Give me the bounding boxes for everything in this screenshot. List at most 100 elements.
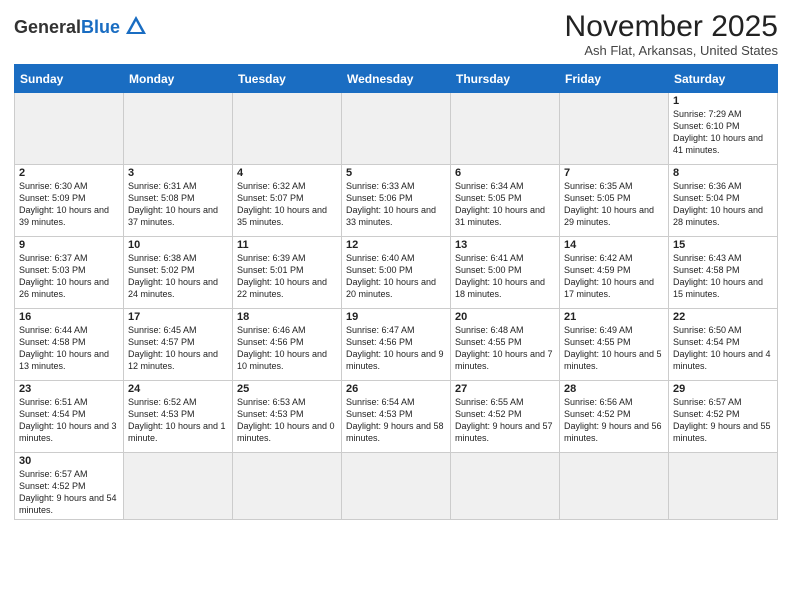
header-sunday: Sunday — [15, 65, 124, 93]
day-number: 11 — [237, 239, 337, 251]
table-row: 7Sunrise: 6:35 AM Sunset: 5:05 PM Daylig… — [560, 165, 669, 237]
table-row: 12Sunrise: 6:40 AM Sunset: 5:00 PM Dayli… — [342, 237, 451, 309]
day-info: Sunrise: 6:51 AM Sunset: 4:54 PM Dayligh… — [19, 396, 119, 445]
table-row — [560, 453, 669, 520]
table-row — [342, 93, 451, 165]
table-row: 20Sunrise: 6:48 AM Sunset: 4:55 PM Dayli… — [451, 309, 560, 381]
table-row: 26Sunrise: 6:54 AM Sunset: 4:53 PM Dayli… — [342, 381, 451, 453]
table-row — [669, 453, 778, 520]
table-row: 28Sunrise: 6:56 AM Sunset: 4:52 PM Dayli… — [560, 381, 669, 453]
header-tuesday: Tuesday — [233, 65, 342, 93]
table-row — [124, 93, 233, 165]
table-row — [233, 453, 342, 520]
day-info: Sunrise: 6:50 AM Sunset: 4:54 PM Dayligh… — [673, 324, 773, 373]
logo-text: GeneralBlue — [14, 18, 120, 36]
table-row — [15, 93, 124, 165]
calendar-week-row: 9Sunrise: 6:37 AM Sunset: 5:03 PM Daylig… — [15, 237, 778, 309]
day-number: 2 — [19, 167, 119, 179]
day-info: Sunrise: 6:57 AM Sunset: 4:52 PM Dayligh… — [673, 396, 773, 445]
table-row: 11Sunrise: 6:39 AM Sunset: 5:01 PM Dayli… — [233, 237, 342, 309]
table-row — [233, 93, 342, 165]
table-row: 21Sunrise: 6:49 AM Sunset: 4:55 PM Dayli… — [560, 309, 669, 381]
table-row: 5Sunrise: 6:33 AM Sunset: 5:06 PM Daylig… — [342, 165, 451, 237]
month-title: November 2025 — [565, 10, 778, 43]
day-info: Sunrise: 6:36 AM Sunset: 5:04 PM Dayligh… — [673, 180, 773, 229]
day-number: 24 — [128, 383, 228, 395]
table-row — [451, 453, 560, 520]
table-row: 3Sunrise: 6:31 AM Sunset: 5:08 PM Daylig… — [124, 165, 233, 237]
day-number: 14 — [564, 239, 664, 251]
subtitle: Ash Flat, Arkansas, United States — [565, 43, 778, 58]
day-info: Sunrise: 6:31 AM Sunset: 5:08 PM Dayligh… — [128, 180, 228, 229]
table-row: 22Sunrise: 6:50 AM Sunset: 4:54 PM Dayli… — [669, 309, 778, 381]
day-info: Sunrise: 6:41 AM Sunset: 5:00 PM Dayligh… — [455, 252, 555, 301]
table-row: 17Sunrise: 6:45 AM Sunset: 4:57 PM Dayli… — [124, 309, 233, 381]
day-info: Sunrise: 6:32 AM Sunset: 5:07 PM Dayligh… — [237, 180, 337, 229]
day-info: Sunrise: 6:52 AM Sunset: 4:53 PM Dayligh… — [128, 396, 228, 445]
day-info: Sunrise: 6:34 AM Sunset: 5:05 PM Dayligh… — [455, 180, 555, 229]
day-number: 23 — [19, 383, 119, 395]
calendar-table: Sunday Monday Tuesday Wednesday Thursday… — [14, 64, 778, 520]
logo-general: General — [14, 17, 81, 37]
day-number: 27 — [455, 383, 555, 395]
day-number: 26 — [346, 383, 446, 395]
logo-blue: Blue — [81, 17, 120, 37]
day-number: 10 — [128, 239, 228, 251]
day-number: 4 — [237, 167, 337, 179]
table-row: 4Sunrise: 6:32 AM Sunset: 5:07 PM Daylig… — [233, 165, 342, 237]
table-row: 8Sunrise: 6:36 AM Sunset: 5:04 PM Daylig… — [669, 165, 778, 237]
day-info: Sunrise: 6:53 AM Sunset: 4:53 PM Dayligh… — [237, 396, 337, 445]
day-info: Sunrise: 6:47 AM Sunset: 4:56 PM Dayligh… — [346, 324, 446, 373]
day-info: Sunrise: 6:38 AM Sunset: 5:02 PM Dayligh… — [128, 252, 228, 301]
header-monday: Monday — [124, 65, 233, 93]
table-row: 1Sunrise: 7:29 AM Sunset: 6:10 PM Daylig… — [669, 93, 778, 165]
table-row: 27Sunrise: 6:55 AM Sunset: 4:52 PM Dayli… — [451, 381, 560, 453]
header-thursday: Thursday — [451, 65, 560, 93]
day-number: 25 — [237, 383, 337, 395]
day-number: 9 — [19, 239, 119, 251]
table-row: 30Sunrise: 6:57 AM Sunset: 4:52 PM Dayli… — [15, 453, 124, 520]
day-number: 15 — [673, 239, 773, 251]
table-row: 10Sunrise: 6:38 AM Sunset: 5:02 PM Dayli… — [124, 237, 233, 309]
title-block: November 2025 Ash Flat, Arkansas, United… — [565, 10, 778, 58]
day-info: Sunrise: 6:49 AM Sunset: 4:55 PM Dayligh… — [564, 324, 664, 373]
day-number: 28 — [564, 383, 664, 395]
table-row: 15Sunrise: 6:43 AM Sunset: 4:58 PM Dayli… — [669, 237, 778, 309]
table-row — [124, 453, 233, 520]
day-info: Sunrise: 6:54 AM Sunset: 4:53 PM Dayligh… — [346, 396, 446, 445]
day-number: 22 — [673, 311, 773, 323]
table-row: 29Sunrise: 6:57 AM Sunset: 4:52 PM Dayli… — [669, 381, 778, 453]
table-row — [451, 93, 560, 165]
day-number: 13 — [455, 239, 555, 251]
calendar-week-row: 23Sunrise: 6:51 AM Sunset: 4:54 PM Dayli… — [15, 381, 778, 453]
day-info: Sunrise: 6:48 AM Sunset: 4:55 PM Dayligh… — [455, 324, 555, 373]
table-row: 25Sunrise: 6:53 AM Sunset: 4:53 PM Dayli… — [233, 381, 342, 453]
day-info: Sunrise: 6:39 AM Sunset: 5:01 PM Dayligh… — [237, 252, 337, 301]
header-saturday: Saturday — [669, 65, 778, 93]
logo-icon — [122, 12, 150, 40]
day-number: 8 — [673, 167, 773, 179]
day-number: 7 — [564, 167, 664, 179]
day-number: 19 — [346, 311, 446, 323]
table-row: 14Sunrise: 6:42 AM Sunset: 4:59 PM Dayli… — [560, 237, 669, 309]
day-info: Sunrise: 6:55 AM Sunset: 4:52 PM Dayligh… — [455, 396, 555, 445]
day-info: Sunrise: 6:44 AM Sunset: 4:58 PM Dayligh… — [19, 324, 119, 373]
calendar-week-row: 1Sunrise: 7:29 AM Sunset: 6:10 PM Daylig… — [15, 93, 778, 165]
day-number: 3 — [128, 167, 228, 179]
logo: GeneralBlue — [14, 14, 150, 40]
day-number: 17 — [128, 311, 228, 323]
day-info: Sunrise: 6:30 AM Sunset: 5:09 PM Dayligh… — [19, 180, 119, 229]
day-number: 30 — [19, 455, 119, 467]
calendar-week-row: 16Sunrise: 6:44 AM Sunset: 4:58 PM Dayli… — [15, 309, 778, 381]
table-row: 19Sunrise: 6:47 AM Sunset: 4:56 PM Dayli… — [342, 309, 451, 381]
day-number: 1 — [673, 95, 773, 107]
weekday-header-row: Sunday Monday Tuesday Wednesday Thursday… — [15, 65, 778, 93]
day-number: 12 — [346, 239, 446, 251]
table-row: 16Sunrise: 6:44 AM Sunset: 4:58 PM Dayli… — [15, 309, 124, 381]
table-row: 18Sunrise: 6:46 AM Sunset: 4:56 PM Dayli… — [233, 309, 342, 381]
table-row: 24Sunrise: 6:52 AM Sunset: 4:53 PM Dayli… — [124, 381, 233, 453]
header-friday: Friday — [560, 65, 669, 93]
day-number: 6 — [455, 167, 555, 179]
day-number: 21 — [564, 311, 664, 323]
header: GeneralBlue November 2025 Ash Flat, Arka… — [14, 10, 778, 58]
